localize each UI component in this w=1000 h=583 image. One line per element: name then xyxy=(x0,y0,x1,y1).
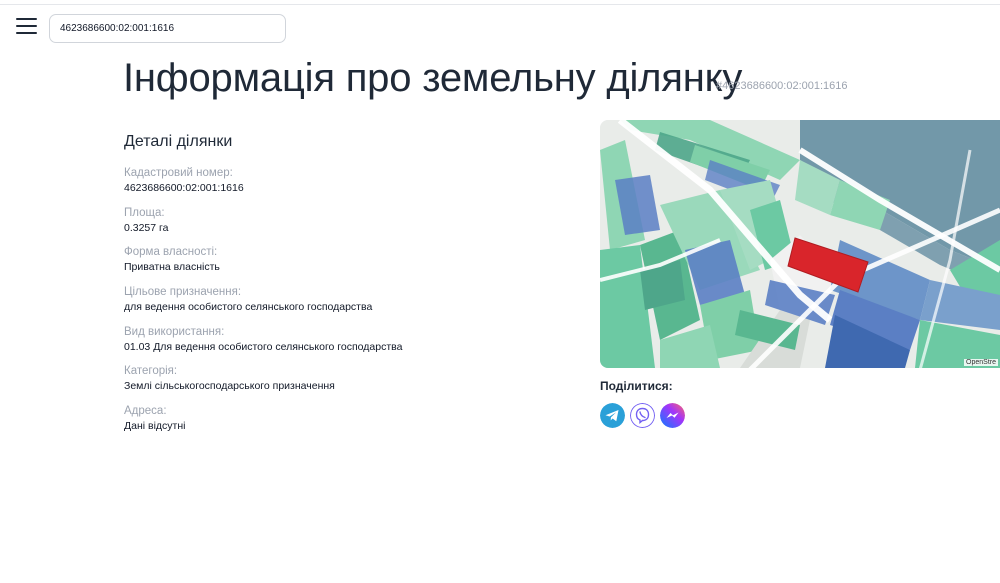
field-label: Форма власності: xyxy=(124,246,218,259)
field-label: Цільове призначення: xyxy=(124,286,242,299)
map-canvas[interactable] xyxy=(600,120,1000,368)
field-category: Категорія: Землі сільськогосподарського … xyxy=(124,364,564,404)
field-value: Дані відсутні xyxy=(124,420,186,433)
parcel-map[interactable]: OpenStre xyxy=(600,120,1000,368)
share-label: Поділитися: xyxy=(600,379,673,393)
field-value: 4623686600:02:001:1616 xyxy=(124,182,244,194)
menu-icon[interactable] xyxy=(16,17,38,35)
messenger-icon[interactable] xyxy=(660,403,685,428)
search-input[interactable] xyxy=(49,14,286,43)
field-label: Вид використання: xyxy=(124,325,225,338)
field-value: 0.3257 га xyxy=(124,221,169,234)
field-address: Адреса: Дані відсутні xyxy=(124,404,564,444)
field-label: Кадастровий номер: xyxy=(124,167,233,179)
field-purpose: Цільове призначення: для ведення особист… xyxy=(124,285,564,325)
field-ownership: Форма власності: Приватна власність xyxy=(124,245,564,285)
field-value: Приватна власність xyxy=(124,261,220,274)
field-value: для ведення особистого селянського госпо… xyxy=(124,301,373,314)
field-label: Категорія: xyxy=(124,365,178,378)
field-cadastral-number: Кадастровий номер: 4623686600:02:001:161… xyxy=(124,166,564,206)
share-buttons xyxy=(600,403,685,428)
field-value: Землі сільськогосподарського призначення xyxy=(124,380,335,393)
field-label: Адреса: xyxy=(124,405,167,418)
details-list: Кадастровий номер: 4623686600:02:001:161… xyxy=(124,166,564,444)
map-attribution[interactable]: OpenStre xyxy=(964,359,998,366)
telegram-icon[interactable] xyxy=(600,403,625,428)
page-title: Інформація про земельну ділянку xyxy=(123,56,743,100)
field-label: Площа: xyxy=(124,206,165,219)
details-heading: Деталі ділянки xyxy=(124,133,233,150)
field-value: 01.03 Для ведення особистого селянського… xyxy=(124,340,403,353)
field-area: Площа: 0.3257 га xyxy=(124,206,564,246)
viber-icon[interactable] xyxy=(630,403,655,428)
top-border xyxy=(0,0,1000,5)
field-usage-type: Вид використання: 01.03 Для ведення особ… xyxy=(124,325,564,365)
page-title-id: #4623686600:02:001:1616 xyxy=(716,80,848,92)
